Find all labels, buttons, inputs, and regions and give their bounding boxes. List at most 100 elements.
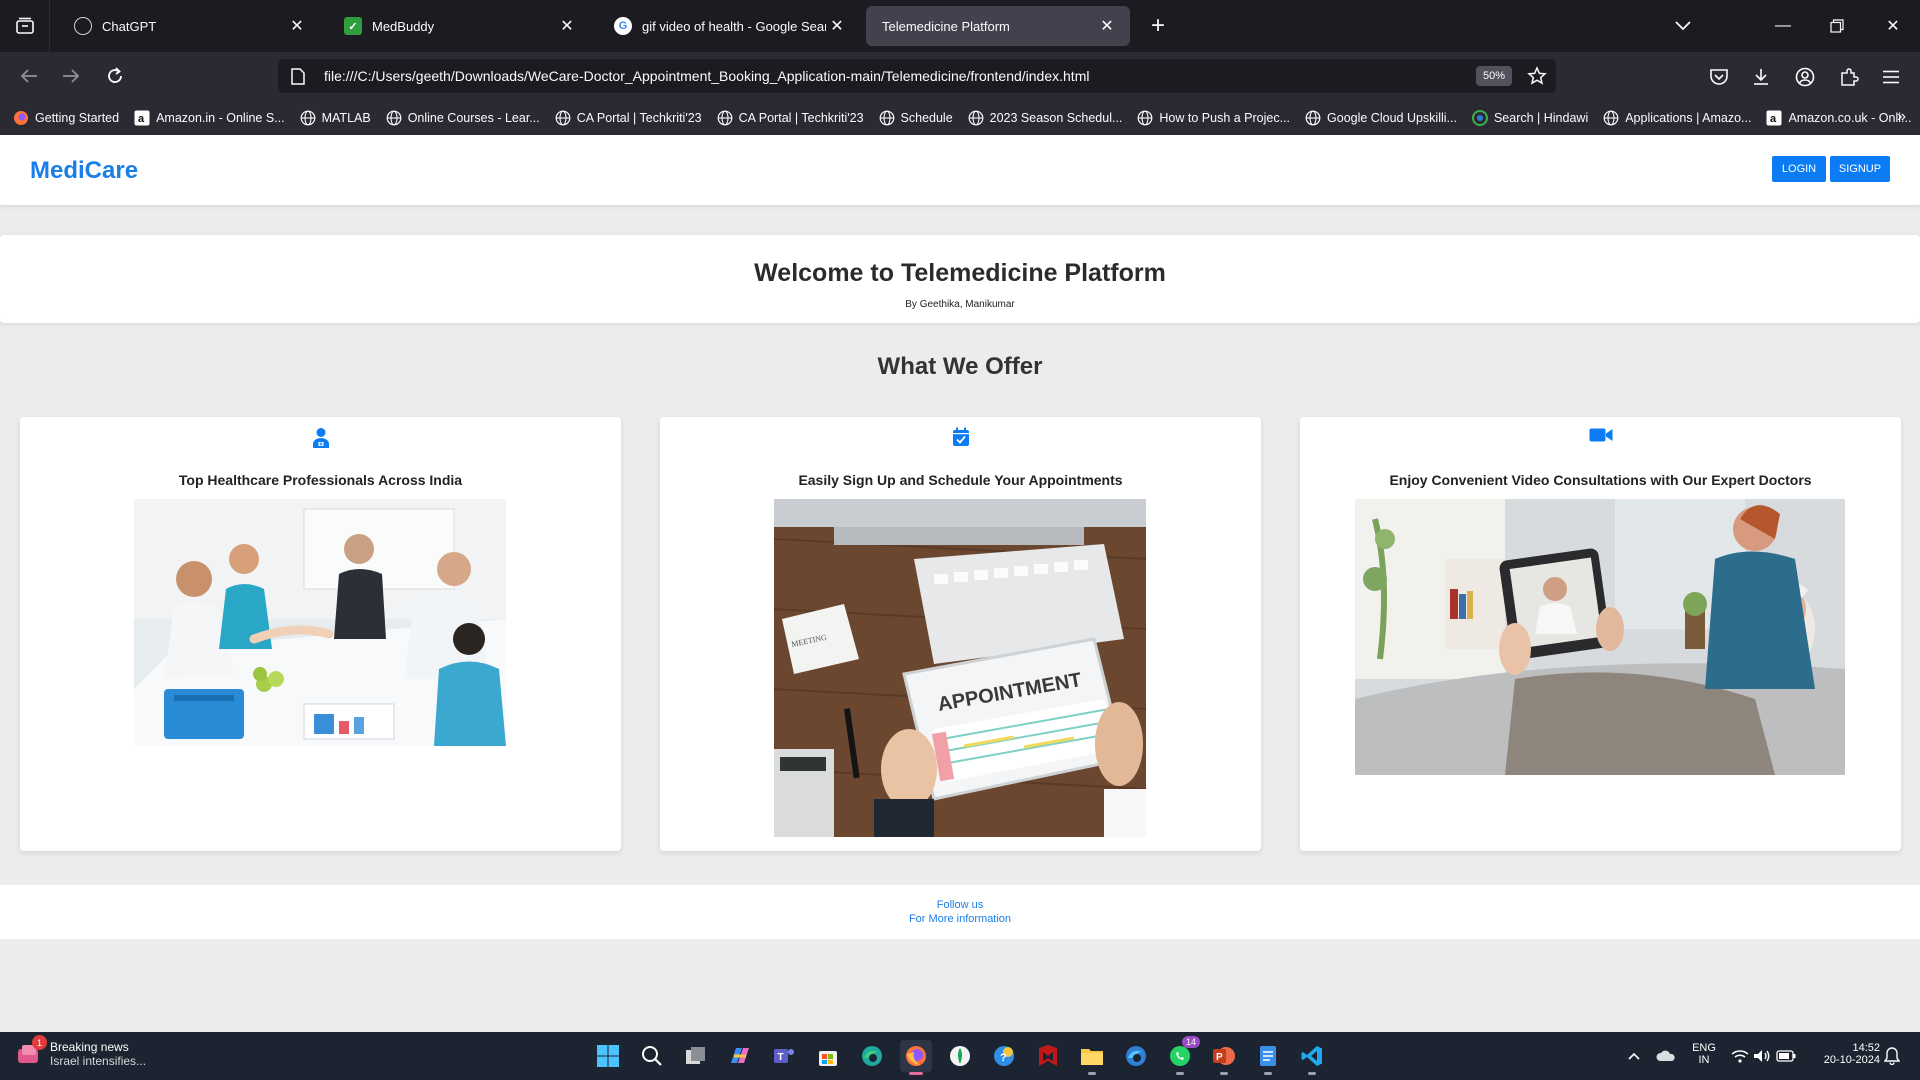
- tab-title: MedBuddy: [372, 18, 435, 34]
- chevron-down-icon[interactable]: [1668, 14, 1698, 38]
- onedrive-cloud-icon[interactable]: [1656, 1046, 1676, 1066]
- battery-icon[interactable]: [1776, 1046, 1796, 1066]
- microsoft-store-icon[interactable]: [812, 1040, 844, 1072]
- zoom-level-badge[interactable]: 50%: [1475, 66, 1512, 86]
- bookmark-item[interactable]: Online Courses - Lear...: [385, 109, 540, 127]
- edge-dev-icon[interactable]: [1120, 1040, 1152, 1072]
- globe-icon: [554, 109, 572, 127]
- wifi-icon[interactable]: [1730, 1046, 1750, 1066]
- windows-start-icon[interactable]: [592, 1040, 624, 1072]
- forward-arrow-icon[interactable]: [56, 62, 86, 90]
- site-footer: Follow us For More information: [0, 885, 1920, 939]
- bookmark-label: Applications | Amazo...: [1625, 110, 1752, 125]
- extensions-icon[interactable]: [1836, 64, 1862, 90]
- windows-taskbar: 1 Breaking news Israel intensifies... T …: [0, 1032, 1920, 1080]
- file-explorer-icon[interactable]: [1076, 1040, 1108, 1075]
- notepad-icon[interactable]: [1252, 1040, 1284, 1075]
- whatsapp-badge: 14: [1182, 1036, 1201, 1048]
- tab-list-icon[interactable]: [0, 0, 50, 52]
- language-indicator[interactable]: ENG IN: [1690, 1042, 1718, 1066]
- bookmark-item[interactable]: 2023 Season Schedul...: [967, 109, 1122, 127]
- signup-button[interactable]: SIGNUP: [1830, 156, 1890, 182]
- bookmark-item[interactable]: Applications | Amazo...: [1602, 109, 1751, 127]
- chevron-up-icon[interactable]: [1624, 1046, 1644, 1066]
- notification-bell-icon[interactable]: [1882, 1046, 1902, 1066]
- tab-google-search[interactable]: G gif video of health - Google Search ✕: [598, 6, 860, 46]
- bookmark-label: MATLAB: [321, 110, 371, 125]
- menu-hamburger-icon[interactable]: [1878, 64, 1904, 90]
- calendar-check-icon: [660, 427, 1261, 447]
- copilot-icon[interactable]: [724, 1040, 756, 1072]
- bookmark-label: Getting Started: [35, 110, 120, 125]
- bookmark-label: Google Cloud Upskilli...: [1327, 110, 1457, 125]
- account-icon[interactable]: [1792, 64, 1818, 90]
- brand-logo[interactable]: MediCare: [30, 157, 138, 185]
- follow-us-link[interactable]: Follow us: [0, 899, 1920, 911]
- feature-card-video-consult: Enjoy Convenient Video Consultations wit…: [1300, 417, 1901, 851]
- news-widget-icon: 1: [16, 1035, 47, 1067]
- pocket-icon[interactable]: [1706, 64, 1732, 90]
- card-title: Easily Sign Up and Schedule Your Appoint…: [798, 472, 1123, 488]
- more-info-link[interactable]: For More information: [0, 913, 1920, 925]
- bookmark-item[interactable]: CA Portal | Techkriti'23: [554, 109, 702, 127]
- help-app-icon[interactable]: ?: [988, 1040, 1020, 1072]
- restore-icon[interactable]: [1810, 0, 1864, 52]
- volume-icon[interactable]: [1752, 1046, 1772, 1066]
- login-button[interactable]: LOGIN: [1772, 156, 1826, 182]
- reload-icon[interactable]: [100, 62, 130, 90]
- tab-medbuddy[interactable]: ✓ MedBuddy ✕: [328, 6, 590, 46]
- vscode-icon[interactable]: [1296, 1040, 1328, 1075]
- bookmark-item[interactable]: Getting Started: [12, 109, 119, 127]
- whatsapp-icon[interactable]: 14: [1164, 1036, 1201, 1075]
- mongodb-compass-icon[interactable]: [944, 1040, 976, 1072]
- downloads-icon[interactable]: [1748, 64, 1774, 90]
- news-subtitle: Israel intensifies...: [50, 1054, 147, 1068]
- address-bar[interactable]: file:///C:/Users/geeth/Downloads/WeCare-…: [278, 59, 1556, 93]
- amazon-icon: a: [133, 109, 151, 127]
- section-title: What We Offer: [877, 353, 1043, 380]
- tab-chatgpt[interactable]: ChatGPT ✕: [58, 6, 320, 46]
- tab-title: Telemedicine Platform: [882, 18, 1010, 34]
- close-tab-icon[interactable]: ✕: [286, 15, 308, 37]
- bookmark-label: CA Portal | Techkriti'23: [738, 110, 864, 125]
- bookmark-star-icon[interactable]: [1526, 65, 1548, 87]
- back-arrow-icon[interactable]: [14, 62, 44, 90]
- minimize-icon[interactable]: —: [1756, 0, 1810, 52]
- bookmark-item[interactable]: CA Portal | Techkriti'23: [716, 109, 864, 127]
- clock[interactable]: 14:52 20-10-2024: [1810, 1042, 1880, 1066]
- teams-icon[interactable]: T: [768, 1040, 800, 1072]
- globe-icon: [878, 109, 896, 127]
- firefox-icon: [12, 109, 30, 127]
- bookmark-label: Schedule: [900, 110, 953, 125]
- bookmark-label: CA Portal | Techkriti'23: [576, 110, 702, 125]
- bookmark-item[interactable]: How to Push a Projec...: [1136, 109, 1290, 127]
- video-icon: [1300, 427, 1901, 443]
- edge-icon[interactable]: [856, 1040, 888, 1072]
- task-view-icon[interactable]: [680, 1040, 712, 1072]
- search-icon[interactable]: [636, 1040, 668, 1072]
- news-widget[interactable]: 1 Breaking news Israel intensifies...: [16, 1035, 147, 1068]
- url-input[interactable]: file:///C:/Users/geeth/Downloads/WeCare-…: [324, 68, 1476, 84]
- new-tab-plus-icon[interactable]: +: [1144, 12, 1172, 40]
- bookmark-item[interactable]: Google Cloud Upskilli...: [1304, 109, 1457, 127]
- close-tab-icon[interactable]: ✕: [556, 15, 578, 37]
- feature-card-appointments: Easily Sign Up and Schedule Your Appoint…: [660, 417, 1261, 851]
- bookmark-item[interactable]: Schedule: [878, 109, 953, 127]
- user-doctor-icon: [20, 427, 621, 449]
- bookmark-item[interactable]: a Amazon.in - Online S...: [133, 109, 285, 127]
- bookmarks-overflow-chevron-icon[interactable]: »: [1897, 108, 1906, 126]
- bookmark-item[interactable]: MATLAB: [299, 109, 371, 127]
- mcafee-icon[interactable]: [1032, 1040, 1064, 1072]
- page-title: Welcome to Telemedicine Platform: [754, 259, 1166, 287]
- google-icon: G: [614, 17, 632, 35]
- bookmark-item[interactable]: a Amazon.co.uk - Onli...: [1765, 109, 1911, 127]
- close-tab-icon[interactable]: ✕: [1096, 15, 1118, 37]
- svg-text:P: P: [1216, 1052, 1223, 1063]
- powerpoint-icon[interactable]: P: [1208, 1040, 1240, 1075]
- tab-telemedicine[interactable]: Telemedicine Platform ✕: [866, 6, 1130, 46]
- firefox-taskbar-icon[interactable]: [900, 1040, 932, 1075]
- close-window-icon[interactable]: ✕: [1866, 0, 1920, 52]
- close-tab-icon[interactable]: ✕: [826, 15, 848, 37]
- bookmark-item[interactable]: Search | Hindawi: [1471, 109, 1588, 127]
- browser-tab-strip: ChatGPT ✕ ✓ MedBuddy ✕ G gif video of he…: [0, 0, 1920, 52]
